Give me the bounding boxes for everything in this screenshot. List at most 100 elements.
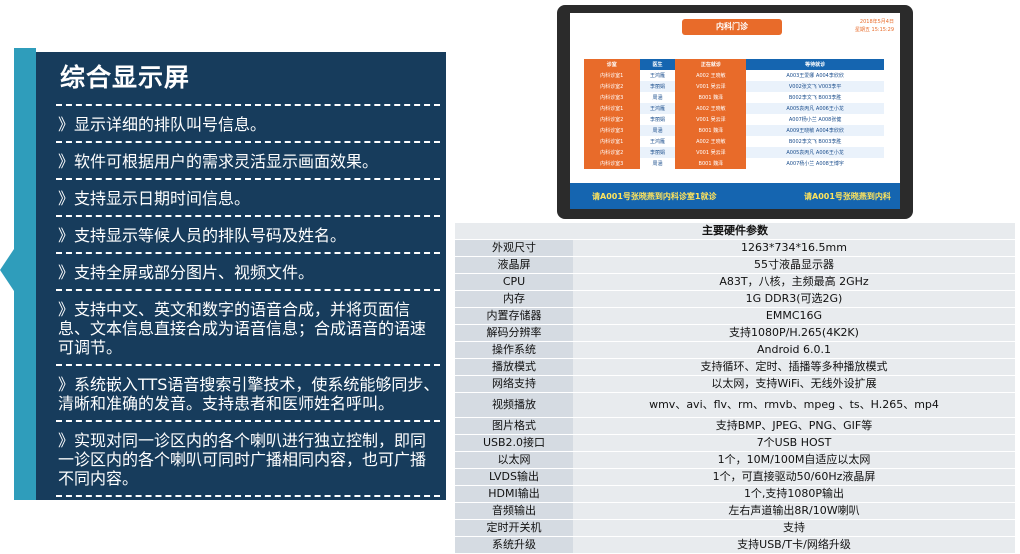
queue-row: 内科诊室1 王鸿雁 A002 王晓敏 A005袁丙凡 A006王小龙 [584,103,884,114]
spec-value: 支持 [573,519,1015,537]
spec-key: 内置存储器 [455,307,573,325]
spec-row: CPU A83T，八核，主频最高 2GHz [455,273,1015,291]
spec-value: 支持USB/T卡/网络升级 [573,536,1015,554]
queue-cell: B001 魏泽 [675,158,747,169]
queue-cell: 内科诊室2 [584,147,640,158]
spec-row: HDMI输出 1个,支持1080P输出 [455,485,1015,503]
queue-header: 医生 [639,59,676,70]
spec-key: HDMI输出 [455,485,573,503]
spec-value: 以太网，支持WiFi、无线外设扩展 [573,375,1015,393]
spec-key: USB2.0接口 [455,434,573,452]
ticker-message: 请A001号张晓燕到内科 [804,192,891,201]
queue-cell: A002 王晓敏 [675,103,747,114]
queue-cell: V001 吴云泽 [675,81,747,92]
panel-accent-bar [14,48,36,500]
queue-header: 等待就诊 [746,59,884,70]
spec-value: Android 6.0.1 [573,341,1015,359]
queue-row: 内科诊室3 周涵 B001 魏泽 A007杨小兰 A008王博宇 [584,158,884,169]
spec-value: EMMC16G [573,307,1015,325]
spec-key: 外观尺寸 [455,239,573,257]
queue-cell: B001 魏泽 [675,92,747,103]
queue-row: 内科诊室1 王鸿雁 A002 王晓敏 A003王爱娜 A004李欣欣 [584,70,884,81]
spec-key: 解码分辨率 [455,324,573,342]
queue-cell: A005袁丙凡 A006王小龙 [746,103,884,114]
spec-key: 播放模式 [455,358,573,376]
feature-panel: 综合显示屏 》显示详细的排队叫号信息。 》软件可根据用户的需求灵活显示画面效果。… [36,52,446,500]
spec-key: 以太网 [455,451,573,469]
feature-item: 》软件可根据用户的需求灵活显示画面效果。 [56,141,440,178]
queue-header: 诊室 [584,59,640,70]
queue-cell: 李丽娟 [639,147,676,158]
screen-datetime: 2018年5月4日 星期五 15:15:29 [855,18,894,34]
spec-key: 音频输出 [455,502,573,520]
spec-title-row: 主要硬件参数 [455,223,1015,240]
spec-key: 系统升级 [455,536,573,554]
spec-row: 定时开关机 支持 [455,519,1015,537]
queue-cell: B002李文飞 B003李胜 [788,139,842,145]
queue-cell: 内科诊室1 [584,70,640,81]
queue-cell: V001 吴云泽 [675,147,747,158]
queue-cell: 周涵 [652,161,663,167]
queue-cell: 内科诊室1 [584,103,640,114]
spec-value: wmv、avi、flv、rm、rmvb、mpeg 、ts、H.265、mp4 [573,392,1015,418]
queue-cell: 内科诊室2 [584,81,640,92]
queue-cell: 内科诊室3 [584,92,640,103]
queue-cell: A003王爱娜 A004李欣欣 [786,73,844,79]
queue-cell: 周涵 [639,125,676,136]
queue-body: 内科诊室1 王鸿雁 A002 王晓敏 A003王爱娜 A004李欣欣 内科诊室2 李丽娟 V… [584,70,884,169]
queue-row: 内科诊室3 周涵 B001 魏泽 A009王晓敏 A004李欣欣 [584,125,884,136]
spec-key: CPU [455,273,573,291]
feature-item: 》显示详细的排队叫号信息。 [56,104,440,141]
queue-row: 内科诊室2 李丽娟 V001 吴云泽 A007杨小兰 A008张健 [584,114,884,125]
spec-row: 外观尺寸 1263*734*16.5mm [455,239,1015,257]
spec-row: 内置存储器 EMMC16G [455,307,1015,325]
spec-row: USB2.0接口 7个USB HOST [455,434,1015,452]
feature-item: 》支持显示日期时间信息。 [56,178,440,215]
queue-cell: A002 王晓敏 [675,136,747,147]
queue-header: 正在就诊 [675,59,747,70]
queue-cell: 内科诊室3 [584,125,640,136]
screen-ticker: 请A001号张晓燕到内科诊室1就诊 请A001号张晓燕到内科 [570,185,900,209]
spec-key: 网络支持 [455,375,573,393]
feature-item: 》支持显示等候人员的排队号码及姓名。 [56,215,440,252]
display-monitor-image: 内科门诊 2018年5月4日 星期五 15:15:29 诊室 医生 正在就诊 等… [557,5,913,219]
screen-queue-area: 诊室 医生 正在就诊 等待就诊 内科诊室1 王鸿雁 A002 王晓敏 A003王爱娜 … [570,41,900,183]
queue-cell: A002 王晓敏 [675,70,747,81]
queue-cell: V001 吴云泽 [675,114,747,125]
ticker-message: 请A001号张晓燕到内科诊室1就诊 [592,192,717,201]
queue-row: 内科诊室2 李丽娟 V001 吴云泽 A005袁丙凡 A006王小龙 [584,147,884,158]
spec-value: 支持1080P/H.265(4K2K) [573,324,1015,342]
queue-cell: 李丽娟 [649,117,665,123]
queue-table: 诊室 医生 正在就诊 等待就诊 内科诊室1 王鸿雁 A002 王晓敏 A003王爱娜 … [584,59,884,169]
spec-row: 播放模式 支持循环、定时、插播等多种播放模式 [455,358,1015,376]
feature-item: 》实现对同一诊区内的各个喇叭进行独立控制，即同一诊区内的各个喇叭可同时广播相同内… [56,420,440,497]
queue-row: 内科诊室1 王鸿雁 A002 王晓敏 B002李文飞 B003李胜 [584,136,884,147]
spec-key: 内存 [455,290,573,308]
queue-cell: 内科诊室1 [584,136,640,147]
spec-key: 液晶屏 [455,256,573,274]
spec-value: 1个，可直接驱动50/60Hz液晶屏 [573,468,1015,486]
screen-time: 星期五 15:15:29 [854,27,894,33]
queue-cell: A005袁丙凡 A006王小龙 [746,147,884,158]
spec-value: 7个USB HOST [573,434,1015,452]
spec-key: 图片格式 [455,417,573,435]
screen-date: 2018年5月4日 [859,19,894,25]
queue-cell: 内科诊室3 [584,158,640,169]
spec-value: 1个,支持1080P输出 [573,485,1015,503]
screen-title: 内科门诊 [682,19,782,35]
queue-cell: A007杨小兰 A008王博宇 [786,161,844,167]
monitor-screen: 内科门诊 2018年5月4日 星期五 15:15:29 诊室 医生 正在就诊 等… [570,13,900,209]
spec-value: 1G DDR3(可选2G) [573,290,1015,308]
screen-header: 内科门诊 2018年5月4日 星期五 15:15:29 [570,13,900,41]
feature-item: 》支持中文、英文和数字的语音合成，并将页面信息、文本信息直接合成为语音信息；合成… [56,289,440,364]
spec-value: 55寸液晶显示器 [573,256,1015,274]
feature-item: 》系统嵌入TTS语音搜索引擎技术，使系统能够同步、清晰和准确的发音。支持患者和医… [56,364,440,420]
queue-cell: 王鸿雁 [639,103,676,114]
spec-row: 音频输出 左右声道输出8R/10W喇叭 [455,502,1015,520]
spec-value: 1263*734*16.5mm [573,239,1015,257]
queue-cell: 周涵 [652,95,663,101]
spec-row: 以太网 1个，10M/100M自适应以太网 [455,451,1015,469]
spec-value: 1个，10M/100M自适应以太网 [573,451,1015,469]
panel-arrow-icon [0,246,16,294]
spec-row: 液晶屏 55寸液晶显示器 [455,256,1015,274]
